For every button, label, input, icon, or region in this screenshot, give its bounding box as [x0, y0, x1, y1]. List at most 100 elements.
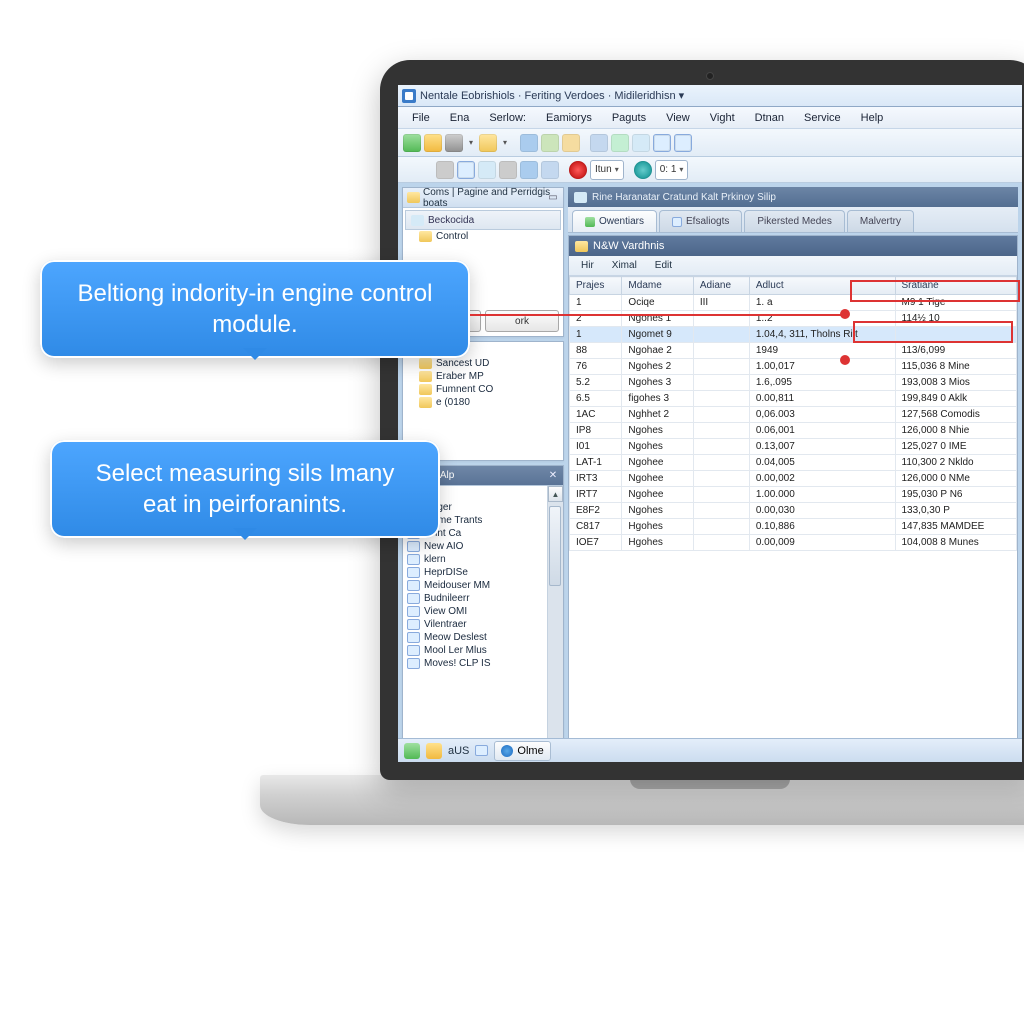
- column-header[interactable]: Mdame: [622, 277, 693, 295]
- table-cell: [693, 311, 749, 327]
- table-cell: 0.06,001: [749, 423, 895, 439]
- open-icon[interactable]: [424, 134, 442, 152]
- list-item[interactable]: Budnileerr: [405, 592, 545, 605]
- table-cell: Hgohes: [622, 519, 693, 535]
- taskbar-icon[interactable]: [475, 745, 488, 756]
- scrollbar-track[interactable]: [548, 502, 563, 762]
- list-item[interactable]: Meow Deslest: [405, 631, 545, 644]
- info-icon[interactable]: [634, 161, 652, 179]
- run-selector[interactable]: Itun ▾: [590, 160, 624, 180]
- stop-icon[interactable]: [569, 161, 587, 179]
- section-header: Rine Haranatar Cratund Kalt Prkinoy Sili…: [568, 187, 1018, 207]
- category-header[interactable]: Beckocida: [405, 210, 561, 230]
- menu-eamiorys[interactable]: Eamiorys: [538, 109, 600, 127]
- table-row[interactable]: 76Ngohes 21.00,017115,036 8 Mine: [570, 359, 1017, 375]
- table-row[interactable]: I01Ngohes0.13,007125,027 0 IME: [570, 439, 1017, 455]
- scroll-up-icon[interactable]: ▲: [548, 486, 563, 502]
- table-row[interactable]: 5.2Ngohes 31.6,.095193,008 3 Mios: [570, 375, 1017, 391]
- paste-icon[interactable]: [562, 134, 580, 152]
- taskbar: aUS Olme: [398, 738, 1022, 762]
- data-table: PrajesMdameAdianeAdluctSratiane 1OciqeII…: [569, 276, 1017, 762]
- dropdown-icon[interactable]: ▾: [500, 134, 510, 152]
- document-icon[interactable]: [674, 134, 692, 152]
- undo-icon[interactable]: [590, 134, 608, 152]
- tab-inventory[interactable]: Malvertry: [847, 210, 914, 232]
- gear-icon[interactable]: [436, 161, 454, 179]
- list-item[interactable]: Meidouser MM: [405, 579, 545, 592]
- list-item[interactable]: HeprDISe: [405, 566, 545, 579]
- table-row[interactable]: IRT7Ngohee1.00.000195,030 P N6: [570, 487, 1017, 503]
- titlebar: Nentale Eobrishiols · Feriting Verdoes ·…: [398, 85, 1022, 107]
- table-icon[interactable]: [478, 161, 496, 179]
- table-row[interactable]: IRT3Ngohee0.00,002126,000 0 NMe: [570, 471, 1017, 487]
- document-icon[interactable]: [653, 134, 671, 152]
- table-row[interactable]: LAT-1Ngohee0.04,005110,300 2 Nkldo: [570, 455, 1017, 471]
- print-icon[interactable]: [445, 134, 463, 152]
- chevron-down-icon: ▾: [615, 165, 619, 174]
- tab-modes[interactable]: Pikersted Medes: [744, 210, 844, 232]
- copy-icon[interactable]: [541, 134, 559, 152]
- pencil-icon[interactable]: [520, 161, 538, 179]
- menu-help[interactable]: Help: [853, 109, 892, 127]
- menu-paguts[interactable]: Paguts: [604, 109, 654, 127]
- item-label: Moves! CLP IS: [424, 658, 491, 669]
- submenu-edit[interactable]: Edit: [647, 258, 680, 273]
- menu-ena[interactable]: Ena: [442, 109, 478, 127]
- tree-item[interactable]: e (0180: [405, 396, 561, 409]
- taskbar-app[interactable]: Olme: [494, 741, 550, 761]
- table-cell: [693, 407, 749, 423]
- zoom-selector[interactable]: 0: 1 ▾: [655, 160, 689, 180]
- tree-item[interactable]: Control: [405, 230, 561, 243]
- table-row[interactable]: C817Hgohes0.10,886147,835 MAMDEE: [570, 519, 1017, 535]
- tab-overview[interactable]: Owentiars: [572, 210, 657, 232]
- column-header[interactable]: Prajes: [570, 277, 622, 295]
- menu-serlow[interactable]: Serlow:: [481, 109, 534, 127]
- list-item[interactable]: klern: [405, 553, 545, 566]
- list-item[interactable]: Vilentraer: [405, 618, 545, 631]
- table-cell: 1: [570, 327, 622, 343]
- menu-view[interactable]: View: [658, 109, 698, 127]
- cut-icon[interactable]: [520, 134, 538, 152]
- table-row[interactable]: 88Ngohae 21949113/6,099: [570, 343, 1017, 359]
- list-item[interactable]: Moves! CLP IS: [405, 657, 545, 670]
- minimize-icon[interactable]: ▭: [546, 190, 560, 204]
- table-row[interactable]: IP8Ngohes0.06,001126,000 8 Nhie: [570, 423, 1017, 439]
- tab-readings[interactable]: Efsaliogts: [659, 210, 742, 232]
- menu-service[interactable]: Service: [796, 109, 849, 127]
- item-label: Vilentraer: [424, 619, 467, 630]
- tree-item[interactable]: Eraber MP: [405, 370, 561, 383]
- page-icon[interactable]: [457, 161, 475, 179]
- list-item[interactable]: Mool Ler Mlus: [405, 644, 545, 657]
- scrollbar-thumb[interactable]: [549, 506, 561, 586]
- app-icon: [402, 89, 416, 103]
- folder-icon[interactable]: [479, 134, 497, 152]
- table-cell: Ngomet 9: [622, 327, 693, 343]
- taskbar-icon[interactable]: [426, 743, 442, 759]
- table-row[interactable]: IOE7Hgohes0.00,009104,008 8 Munes: [570, 535, 1017, 551]
- submenu-hir[interactable]: Hir: [573, 258, 602, 273]
- annotation-line: [470, 314, 844, 316]
- list-icon[interactable]: [632, 134, 650, 152]
- refresh-icon[interactable]: [541, 161, 559, 179]
- tree-item[interactable]: Fumnent CO: [405, 383, 561, 396]
- table-row[interactable]: 1ACNghhet 20,06.003127,568 Comodis: [570, 407, 1017, 423]
- submenu-ximal[interactable]: Ximal: [604, 258, 645, 273]
- vertical-scrollbar[interactable]: ▲ ▼: [547, 486, 563, 762]
- wrench-icon[interactable]: [499, 161, 517, 179]
- table-row[interactable]: E8F2Ngohes0.00,030133,0,30 P: [570, 503, 1017, 519]
- list-item[interactable]: New AIO: [405, 540, 545, 553]
- redo-icon[interactable]: [611, 134, 629, 152]
- tree-item[interactable]: Sancest UD: [405, 357, 561, 370]
- data-window-title: N&W Vardhnis: [593, 240, 664, 252]
- column-header[interactable]: Adiane: [693, 277, 749, 295]
- table-row[interactable]: 6.5figohes 30.00,811199,849 0 Aklk: [570, 391, 1017, 407]
- save-icon[interactable]: [403, 134, 421, 152]
- menu-vight[interactable]: Vight: [702, 109, 743, 127]
- taskbar-icon[interactable]: [404, 743, 420, 759]
- dropdown-icon[interactable]: ▾: [466, 134, 476, 152]
- list-item[interactable]: View OMI: [405, 605, 545, 618]
- table-cell: [693, 391, 749, 407]
- menu-file[interactable]: File: [404, 109, 438, 127]
- menu-dtnan[interactable]: Dtnan: [747, 109, 792, 127]
- close-icon[interactable]: ✕: [546, 468, 560, 482]
